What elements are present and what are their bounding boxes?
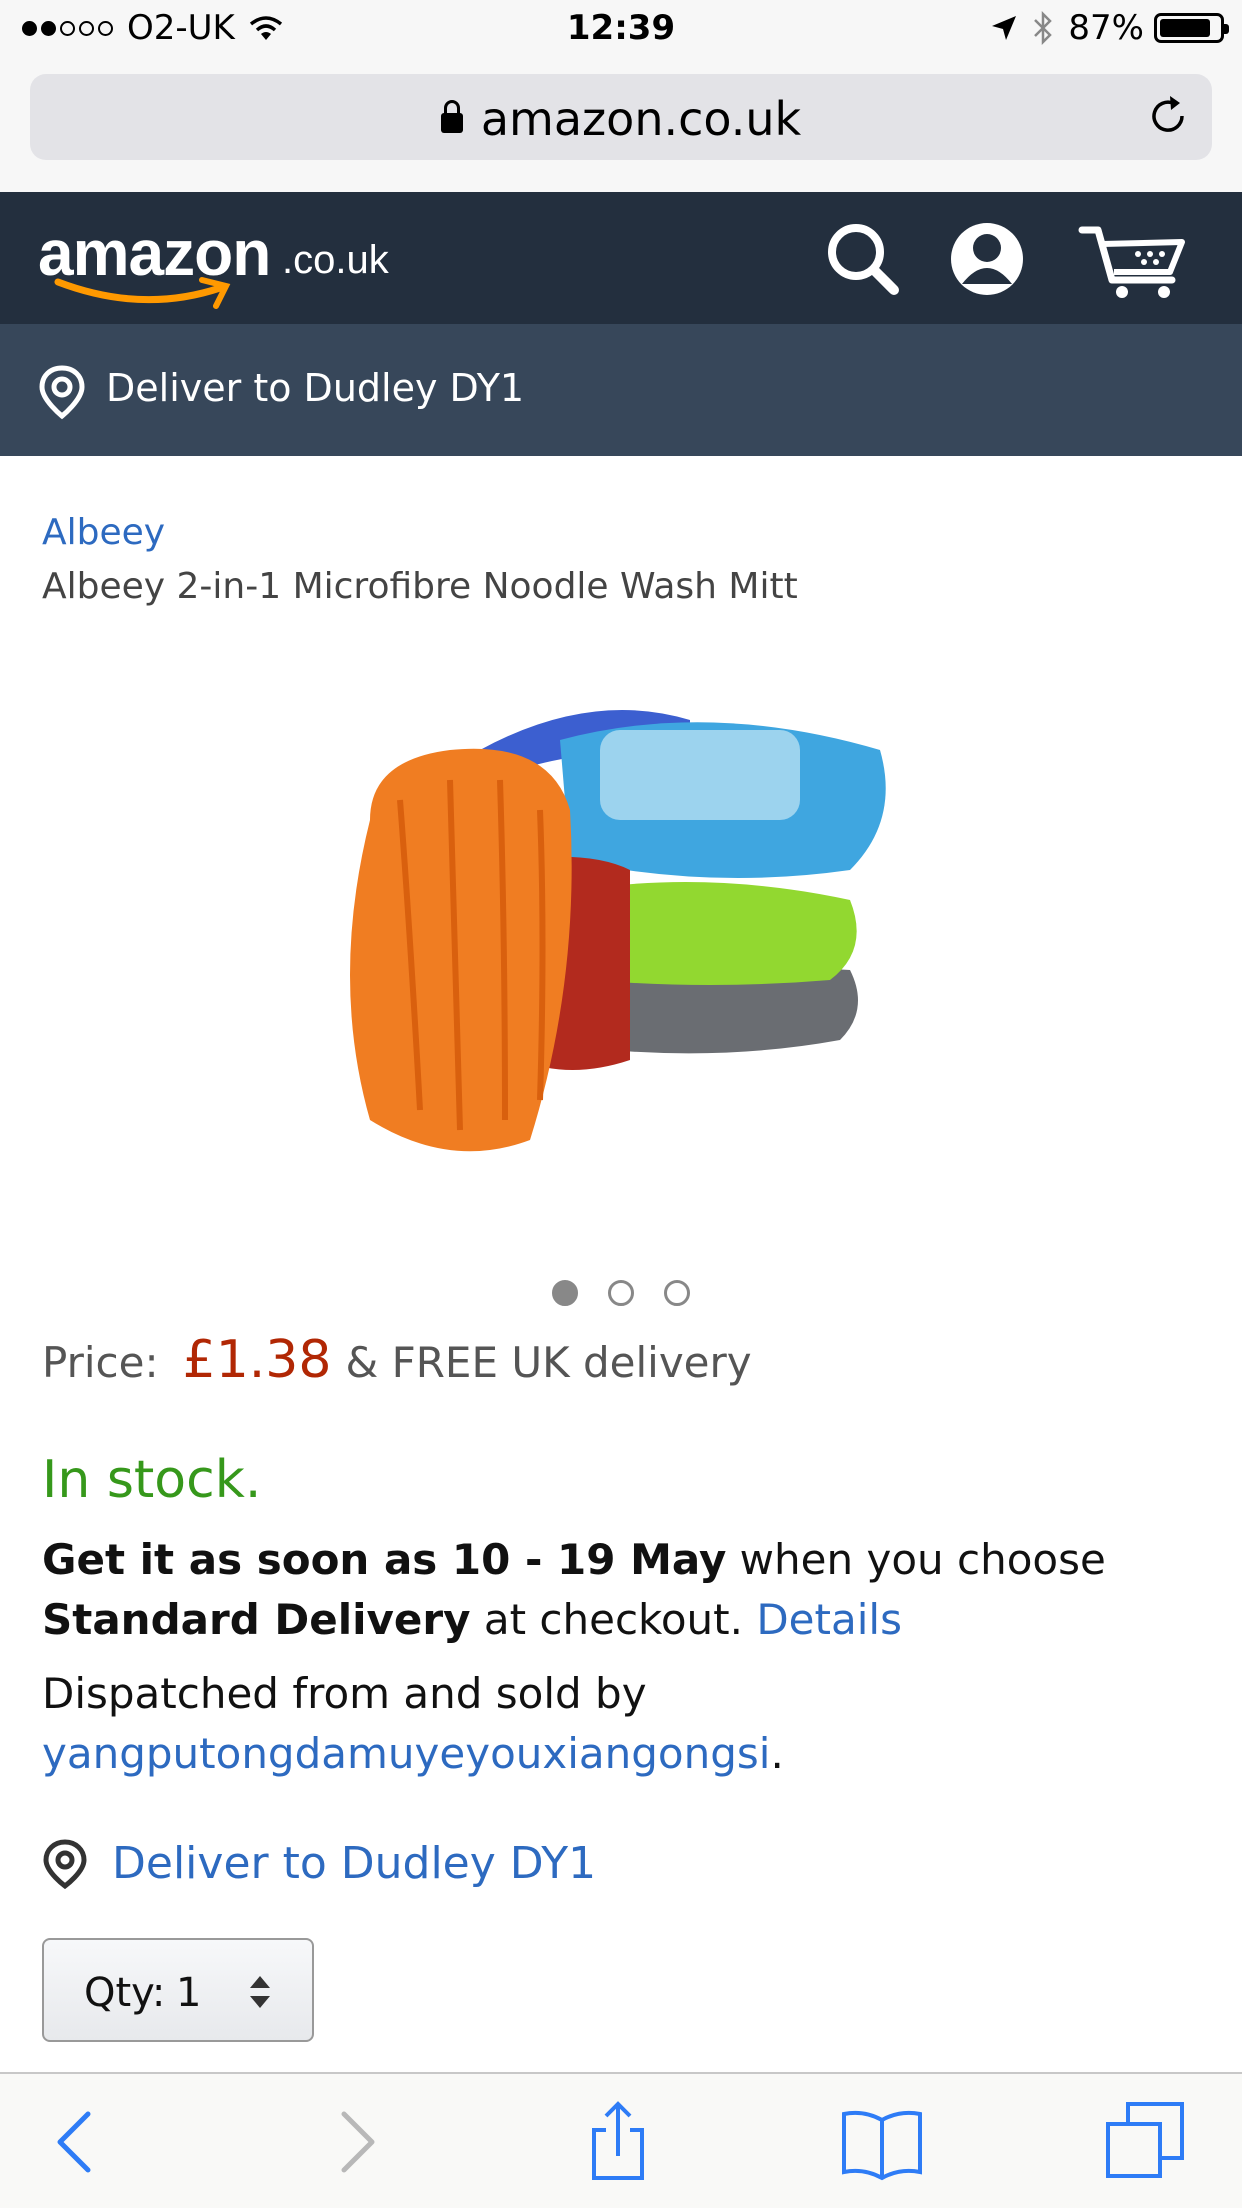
delivery-date: Get it as soon as 10 - 19 May: [42, 1535, 727, 1584]
delivery-estimate: Get it as soon as 10 - 19 May when you c…: [42, 1530, 1202, 1650]
deliver-to-text: Deliver to Dudley DY1: [106, 366, 525, 410]
url-display[interactable]: amazon.co.uk: [30, 92, 1212, 146]
brand-link[interactable]: Albeey: [42, 512, 165, 553]
browser-toolbar: [0, 2072, 1242, 2208]
quantity-select[interactable]: Qty: 1: [42, 1938, 314, 2042]
share-icon[interactable]: [576, 2100, 660, 2184]
carousel-dot-1[interactable]: [552, 1280, 578, 1306]
carousel-dot-3[interactable]: [664, 1280, 690, 1306]
qty-label: Qty:: [84, 1970, 166, 2016]
product-title: Albeey 2-in-1 Microfibre Noodle Wash Mit…: [42, 566, 798, 607]
delivery-method: Standard Delivery: [42, 1595, 471, 1644]
url-text: amazon.co.uk: [480, 92, 802, 146]
amazon-logo[interactable]: amazon .co.uk: [38, 216, 408, 309]
location-pin-icon: [39, 365, 85, 420]
cart-icon[interactable]: [1078, 214, 1188, 304]
price-label: Price:: [42, 1338, 159, 1387]
dispatch-period: .: [770, 1729, 784, 1778]
browser-address-area: amazon.co.uk: [0, 60, 1242, 192]
reload-icon[interactable]: [1144, 92, 1192, 140]
location-pin-icon: [43, 1838, 87, 1889]
deliver-to-link-text: Deliver to Dudley DY1: [112, 1838, 597, 1889]
deliver-to-link[interactable]: Deliver to Dudley DY1: [42, 1838, 596, 1889]
image-carousel-dots: [0, 1280, 1242, 1306]
battery-percent: 87%: [1068, 8, 1144, 48]
address-bar[interactable]: amazon.co.uk: [30, 74, 1212, 160]
battery-icon: [1154, 13, 1229, 43]
tabs-icon[interactable]: [1104, 2100, 1188, 2184]
price-row: Price: £1.38 & FREE UK delivery: [42, 1330, 752, 1390]
logo-smile-icon: [54, 277, 231, 309]
price-value: £1.38: [182, 1330, 332, 1390]
site-header: amazon .co.uk: [0, 192, 1242, 324]
deliver-to-bar[interactable]: Deliver to Dudley DY1: [0, 324, 1242, 456]
carousel-dot-2[interactable]: [608, 1280, 634, 1306]
logo-suffix: .co.uk: [282, 238, 389, 282]
status-bar: O2-UK 12:39 87%: [0, 0, 1242, 60]
details-link[interactable]: Details: [756, 1595, 902, 1644]
status-right: 87%: [990, 8, 1229, 48]
dispatch-info: Dispatched from and sold by yangputongda…: [42, 1664, 1202, 1784]
qty-value: 1: [176, 1970, 202, 2016]
select-arrows-icon: [250, 1976, 270, 2008]
stock-status: In stock.: [42, 1450, 262, 1510]
search-icon[interactable]: [818, 214, 908, 304]
dispatch-text: Dispatched from and sold by: [42, 1669, 647, 1718]
location-arrow-icon: [992, 16, 1017, 40]
bookmarks-icon[interactable]: [840, 2100, 924, 2184]
seller-link[interactable]: yangputongdamuyeyouxiangongsi: [42, 1729, 770, 1778]
bluetooth-icon: [1034, 11, 1053, 45]
lock-icon: [440, 100, 463, 133]
account-icon[interactable]: [942, 214, 1032, 304]
delivery-text-1: when you choose: [726, 1535, 1106, 1584]
free-delivery-note: & FREE UK delivery: [345, 1338, 752, 1387]
back-icon[interactable]: [36, 2100, 120, 2184]
product-image[interactable]: [330, 680, 930, 1180]
delivery-text-2: at checkout.: [470, 1595, 757, 1644]
forward-icon[interactable]: [312, 2100, 396, 2184]
